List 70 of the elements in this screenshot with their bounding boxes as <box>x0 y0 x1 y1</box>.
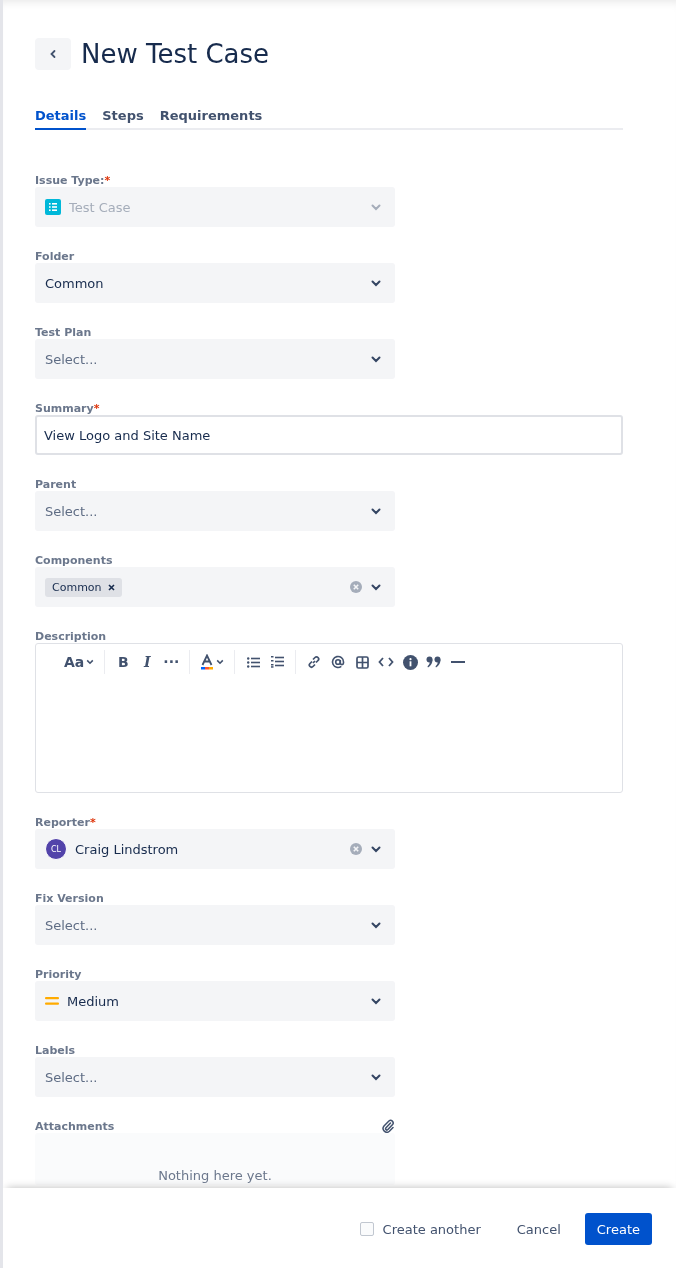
code-icon <box>378 656 395 668</box>
toolbar-button[interactable]: I <box>137 650 158 674</box>
chevron-down-icon <box>371 997 381 1005</box>
select-field[interactable]: Select... <box>35 491 395 531</box>
field-value: Test Case <box>69 199 131 215</box>
chevron-down-icon <box>371 279 381 287</box>
placeholder-text: Select... <box>45 1069 98 1085</box>
field-label: Description <box>35 630 107 643</box>
select-field[interactable]: Select... <box>35 905 395 945</box>
chevron-down-icon <box>371 355 381 363</box>
description-editor[interactable]: Aa B I ··· <box>35 643 623 793</box>
chevron-down-icon <box>371 1073 381 1081</box>
attachments-dropzone[interactable]: Nothing here yet. <box>35 1133 395 1185</box>
field-label: Attachments <box>35 1120 115 1133</box>
back-icon <box>49 49 57 59</box>
select-field[interactable]: CL Craig Lindstrom <box>35 829 395 869</box>
create-button[interactable]: Create <box>584 1213 652 1245</box>
chevron-down-icon <box>371 845 381 853</box>
chevron-down-icon <box>371 507 381 515</box>
test-case-icon <box>45 199 61 215</box>
table-icon <box>355 655 369 669</box>
field-label: Issue Type:* <box>35 174 111 187</box>
field-label: Components <box>35 554 113 567</box>
select-field[interactable]: Select... <box>35 1057 395 1097</box>
field-label: Folder <box>35 250 75 263</box>
numbered-list-icon <box>270 656 284 668</box>
field-label: Summary* <box>35 402 100 415</box>
field-value: Craig Lindstrom <box>75 841 179 857</box>
priority-medium-icon <box>45 996 59 1006</box>
select-field[interactable]: Common <box>35 263 395 303</box>
tab[interactable]: Requirements <box>159 108 263 130</box>
avatar: CL <box>45 838 67 860</box>
info-icon <box>402 654 418 670</box>
field-label: Test Plan <box>35 326 92 339</box>
empty-message: Nothing here yet. <box>158 1168 272 1185</box>
link-icon <box>307 655 322 669</box>
summary-input[interactable]: View Logo and Site Name <box>35 415 623 455</box>
quote-icon <box>426 656 443 668</box>
chevron-down-icon <box>371 921 381 929</box>
multi-select-field[interactable]: Common <box>35 567 395 607</box>
field-label: Labels <box>35 1044 76 1057</box>
page-title: New Test Case <box>81 39 270 69</box>
toolbar-button[interactable]: Aa <box>62 650 97 674</box>
field-label: Parent <box>35 478 77 491</box>
remove-icon[interactable] <box>107 583 115 591</box>
chevron-down-icon <box>371 203 381 211</box>
placeholder-text: Select... <box>45 351 98 367</box>
toolbar-button[interactable]: ··· <box>161 650 182 674</box>
field-label: Priority <box>35 968 82 981</box>
text-color-icon <box>200 654 215 670</box>
cancel-button[interactable]: Cancel <box>506 1213 571 1245</box>
placeholder-text: Select... <box>45 503 98 519</box>
field-value: Common <box>45 275 104 291</box>
field-value: Medium <box>67 993 119 1009</box>
checkbox[interactable] <box>359 1222 374 1236</box>
chevron-down-icon <box>371 583 381 591</box>
select-field[interactable]: Medium <box>35 981 395 1021</box>
select-field[interactable]: Select... <box>35 339 395 379</box>
divider-icon <box>451 661 466 663</box>
paperclip-icon[interactable] <box>381 1119 395 1133</box>
bullet-list-icon <box>246 656 260 668</box>
tab[interactable]: Details <box>35 108 87 130</box>
tab[interactable]: Steps <box>102 108 144 130</box>
at-sign-icon <box>331 655 346 669</box>
tag-label: Common <box>52 580 102 594</box>
toolbar-button[interactable]: B <box>113 650 134 674</box>
placeholder-text: Select... <box>45 917 98 933</box>
field-label: Reporter* <box>35 816 96 829</box>
checkbox-label: Create another <box>382 1221 481 1237</box>
field-label: Fix Version <box>35 892 104 905</box>
